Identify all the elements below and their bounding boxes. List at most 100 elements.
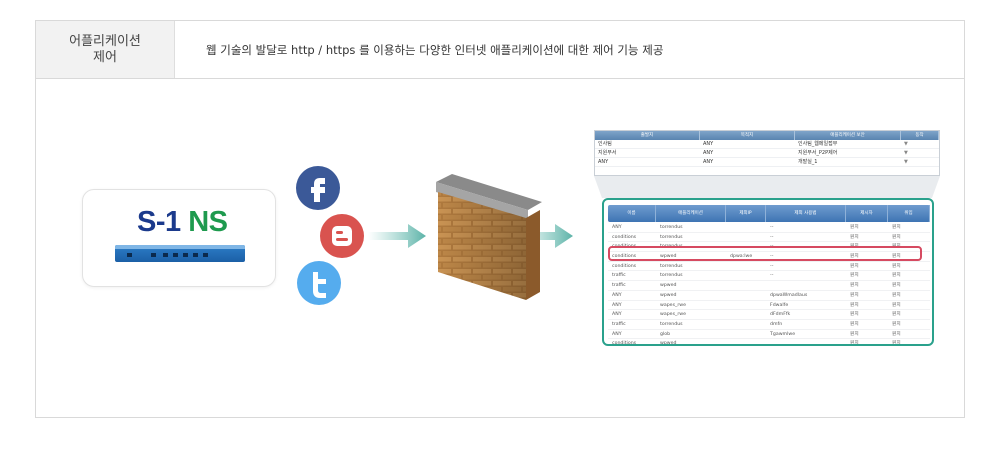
table-cell: 원치: [850, 292, 859, 298]
policy-snippet-header: 출발지 목적지 애플리케이션 보안 동작: [595, 131, 939, 140]
table-cell: wpwed: [660, 341, 677, 346]
table-cell: dFdmFfk: [770, 312, 791, 318]
section-label: 어플리케이션 제어: [36, 21, 175, 78]
table-row[interactable]: traffic torrendus dmfn 원치 원치: [608, 320, 930, 330]
table-row[interactable]: ANY torrendus -- 원치 원치: [608, 223, 930, 233]
cell: ANY: [703, 159, 714, 165]
table-cell: torrendus: [660, 263, 683, 269]
blogger-icon: [320, 214, 364, 258]
table-cell: 원치: [850, 341, 859, 346]
table-row[interactable]: ANY wapes_rwe dFdmFfk 원치 원치: [608, 310, 930, 320]
table-cell: 원치: [892, 225, 901, 230]
table-cell: [766, 339, 846, 344]
table-row[interactable]: conditions torrendus -- 원치 원치: [608, 262, 930, 272]
table-cell: [726, 330, 766, 339]
col-delegate: 위입: [888, 205, 930, 222]
brand-logo: S-1 NS: [137, 206, 228, 239]
table-cell: --: [770, 234, 774, 240]
table-cell: torrendus: [660, 234, 683, 240]
table-cell: 원치: [850, 321, 859, 327]
device-port: [163, 253, 168, 257]
table-cell: 원치: [850, 263, 859, 269]
col-app-security: 애플리케이션 보안: [795, 131, 901, 140]
firewall-icon: [436, 174, 542, 300]
table-cell: torrendus: [660, 225, 683, 230]
facebook-icon: [296, 166, 340, 210]
dropdown-icon[interactable]: ▼: [901, 158, 939, 166]
table-row[interactable]: traffic wpwed 원치 원치: [608, 281, 930, 291]
table-row[interactable]: ANY glob Tgawmlwe 원치 원치: [608, 330, 930, 340]
dropdown-icon[interactable]: ▼: [901, 149, 939, 157]
header-row: 어플리케이션 제어 웹 기술의 발달로 http / https 를 이용하는 …: [36, 21, 964, 79]
table-cell: 원치: [850, 273, 859, 279]
table-cell: conditions: [612, 263, 637, 269]
table-cell: Tgawmlwe: [770, 331, 796, 337]
cell: 인사팀: [598, 141, 612, 147]
table-row[interactable]: 지원부서 ANY 지원부서_P2P제어 ▼: [595, 149, 939, 158]
table-cell: 원치: [850, 302, 859, 308]
table-cell: 원치: [892, 234, 901, 240]
table-cell: --: [770, 263, 774, 269]
table-row[interactable]: traffic torrendus -- 원치 원치: [608, 271, 930, 282]
section-description: 웹 기술의 발달로 http / https 를 이용하는 다양한 인터넷 애플…: [206, 43, 664, 57]
cell: ANY: [703, 150, 714, 156]
col-destination: 목적지: [700, 131, 795, 140]
cell: ANY: [703, 141, 714, 147]
table-row[interactable]: 인사팀 ANY 인사팀_웹메일접부 ▼: [595, 140, 939, 149]
col-name: 이름: [608, 205, 656, 222]
cell: 인사팀_웹메일접부: [798, 141, 838, 147]
table-row[interactable]: conditions torrendus -- 원치 원치: [608, 233, 930, 243]
table-cell: torrendus: [660, 273, 683, 279]
table-cell: 원치: [892, 331, 901, 337]
table-row[interactable]: ANY wapes_rwe Fdwalfe 원치 원치: [608, 301, 930, 311]
cell: 지원부서: [598, 150, 617, 156]
device-port: [193, 253, 198, 257]
device-port: [127, 253, 132, 257]
table-cell: wpwed: [660, 283, 677, 289]
twitter-icon: [297, 261, 341, 305]
brand-part1: S-1: [137, 206, 181, 238]
table-cell: 원치: [892, 263, 901, 269]
table-cell: [726, 271, 766, 280]
table-cell: wpwed: [660, 292, 677, 298]
table-cell: [726, 233, 766, 242]
table-cell: 원치: [850, 331, 859, 337]
table-cell: ANY: [612, 302, 622, 308]
table-cell: 원치: [892, 302, 901, 308]
appliance-device: [115, 245, 245, 262]
table-cell: [726, 291, 766, 300]
table-cell: Fdwalfe: [770, 302, 789, 308]
table-cell: [766, 281, 846, 290]
col-action: 동작: [901, 131, 939, 140]
policy-panel-header: 이름 애플리케이션 제외IP 제외 사용법 제시자 위입: [608, 205, 930, 222]
col-exclude-ip: 제외IP: [726, 205, 766, 222]
table-cell: 원치: [850, 283, 859, 289]
table-row[interactable]: ANY wpwed dpwaWmadlaus 원치 원치: [608, 291, 930, 301]
highlight-row-frame: [608, 246, 922, 261]
cell: 개발실_1: [798, 159, 818, 165]
table-cell: [726, 310, 766, 319]
table-cell: dpwaWmadlaus: [770, 292, 808, 298]
col-source: 출발지: [595, 131, 700, 140]
table-row[interactable]: conditions wpwed 원치 원치: [608, 339, 930, 346]
table-cell: 원치: [892, 292, 901, 298]
device-port: [183, 253, 188, 257]
table-cell: 원치: [892, 321, 901, 327]
device-port: [173, 253, 178, 257]
table-cell: wapes_rwe: [660, 302, 686, 308]
table-cell: ANY: [612, 292, 622, 298]
table-cell: torrendus: [660, 321, 683, 327]
zoom-flare: [594, 176, 940, 198]
policy-panel: 이름 애플리케이션 제외IP 제외 사용법 제시자 위입 ANY torrendu…: [602, 198, 934, 346]
cell: ANY: [598, 159, 609, 165]
table-cell: [726, 223, 766, 232]
table-cell: ANY: [612, 312, 622, 318]
device-port: [203, 253, 208, 257]
table-row[interactable]: ANY ANY 개발실_1 ▼: [595, 158, 939, 167]
table-cell: [726, 262, 766, 271]
dropdown-icon[interactable]: ▼: [901, 140, 939, 148]
table-cell: conditions: [612, 234, 637, 240]
table-cell: 원치: [850, 225, 859, 230]
table-cell: glob: [660, 331, 671, 337]
table-cell: [726, 339, 766, 344]
